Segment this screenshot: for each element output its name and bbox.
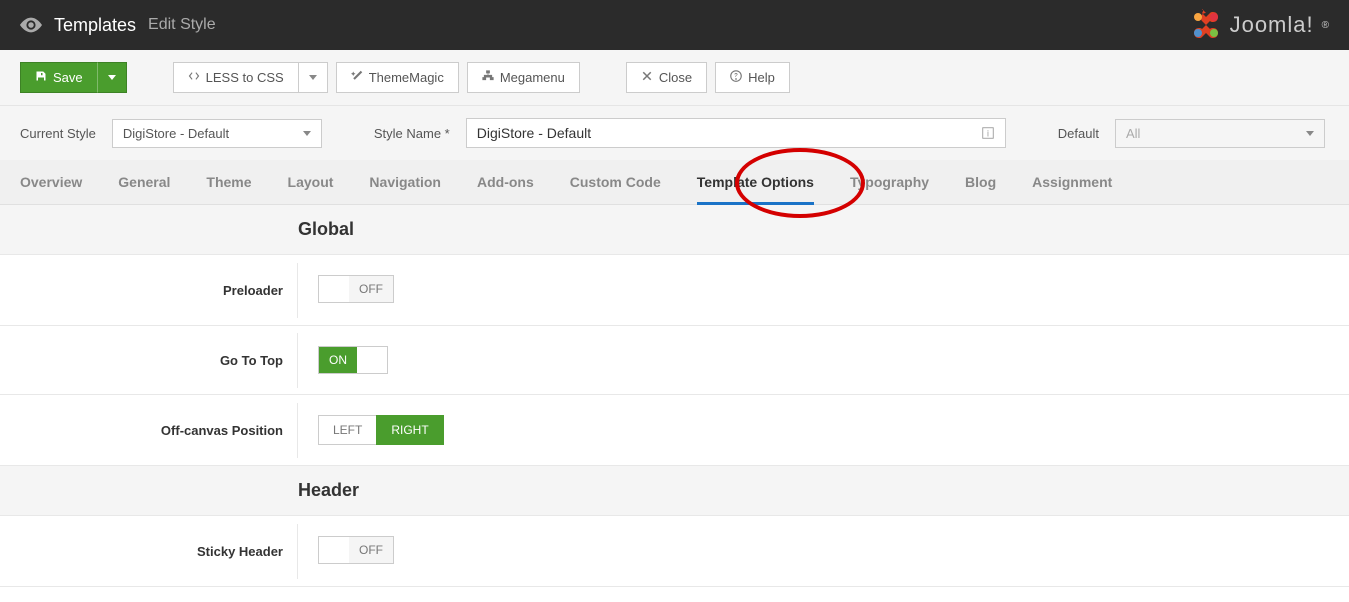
page-subtitle: Edit Style bbox=[148, 16, 216, 34]
default-label: Default bbox=[1058, 126, 1099, 141]
close-label: Close bbox=[659, 70, 692, 85]
content: Global Preloader OFF Go To Top ON Off-ca… bbox=[0, 205, 1349, 587]
tab-general[interactable]: General bbox=[118, 160, 170, 204]
toolbar: Save LESS to CSS ThemeMagic Megamenu Clo… bbox=[0, 50, 1349, 106]
topbar: Templates Edit Style Joomla!® bbox=[0, 0, 1349, 50]
tab-typography[interactable]: Typography bbox=[850, 160, 929, 204]
tab-addons[interactable]: Add-ons bbox=[477, 160, 534, 204]
help-button[interactable]: Help bbox=[715, 62, 790, 93]
tab-custom-code[interactable]: Custom Code bbox=[570, 160, 661, 204]
go-to-top-toggle[interactable]: ON bbox=[318, 346, 388, 374]
tab-blog[interactable]: Blog bbox=[965, 160, 996, 204]
offcanvas-control: LEFT RIGHT bbox=[298, 395, 1349, 465]
joomla-logo: Joomla!® bbox=[1190, 9, 1329, 41]
less-to-css-label: LESS to CSS bbox=[206, 70, 284, 85]
section-global: Global bbox=[0, 205, 1349, 255]
less-to-css-button[interactable]: LESS to CSS bbox=[173, 62, 298, 93]
tab-overview[interactable]: Overview bbox=[20, 160, 82, 204]
save-label: Save bbox=[53, 70, 83, 85]
info-icon: i bbox=[981, 126, 995, 140]
eye-icon bbox=[20, 17, 42, 33]
default-select[interactable]: All bbox=[1115, 119, 1325, 148]
offcanvas-right[interactable]: RIGHT bbox=[376, 415, 443, 445]
sitemap-icon bbox=[482, 70, 494, 85]
option-go-to-top: Go To Top ON bbox=[0, 326, 1349, 395]
chevron-down-icon bbox=[108, 75, 116, 80]
preloader-toggle[interactable]: OFF bbox=[318, 275, 394, 303]
current-style-value: DigiStore - Default bbox=[123, 126, 229, 141]
save-button-group: Save bbox=[20, 62, 127, 93]
close-icon bbox=[641, 70, 653, 85]
content-col: Global Preloader OFF Go To Top ON Off-ca… bbox=[0, 205, 1349, 587]
thememagic-label: ThemeMagic bbox=[369, 70, 444, 85]
joomla-text: Joomla! bbox=[1230, 12, 1314, 38]
megamenu-label: Megamenu bbox=[500, 70, 565, 85]
topbar-left: Templates Edit Style bbox=[20, 15, 216, 36]
wand-icon bbox=[351, 70, 363, 85]
code-icon bbox=[188, 70, 200, 85]
style-name-label: Style Name * bbox=[374, 126, 450, 141]
tabs: Overview General Theme Layout Navigation… bbox=[0, 160, 1349, 205]
tab-theme[interactable]: Theme bbox=[206, 160, 251, 204]
offcanvas-left[interactable]: LEFT bbox=[318, 415, 376, 445]
style-row: Current Style DigiStore - Default Style … bbox=[0, 106, 1349, 160]
tab-navigation[interactable]: Navigation bbox=[369, 160, 441, 204]
section-header: Header bbox=[0, 466, 1349, 516]
toggle-on: ON bbox=[319, 347, 357, 373]
svg-text:i: i bbox=[987, 129, 989, 139]
page-title: Templates bbox=[54, 15, 136, 36]
tab-layout[interactable]: Layout bbox=[288, 160, 334, 204]
less-to-css-dropdown[interactable] bbox=[298, 62, 328, 93]
sticky-header-toggle[interactable]: OFF bbox=[318, 536, 394, 564]
style-name-input[interactable]: DigiStore - Default i bbox=[466, 118, 1006, 148]
sticky-header-label: Sticky Header bbox=[0, 524, 298, 579]
section-title-global: Global bbox=[298, 219, 354, 239]
default-value: All bbox=[1126, 126, 1140, 141]
toggle-blank bbox=[319, 276, 349, 302]
less-to-css-group: LESS to CSS bbox=[173, 62, 328, 93]
option-offcanvas: Off-canvas Position LEFT RIGHT bbox=[0, 395, 1349, 466]
section-title-header: Header bbox=[298, 480, 359, 500]
current-style-label: Current Style bbox=[20, 126, 96, 141]
preloader-label: Preloader bbox=[0, 263, 298, 318]
thememagic-button[interactable]: ThemeMagic bbox=[336, 62, 459, 93]
save-dropdown-button[interactable] bbox=[97, 62, 127, 93]
current-style-select[interactable]: DigiStore - Default bbox=[112, 119, 322, 148]
save-button[interactable]: Save bbox=[20, 62, 97, 93]
joomla-icon bbox=[1190, 9, 1222, 41]
save-icon bbox=[35, 70, 47, 85]
tab-template-options[interactable]: Template Options bbox=[697, 160, 814, 204]
option-sticky-header: Sticky Header OFF bbox=[0, 516, 1349, 587]
chevron-down-icon bbox=[309, 75, 317, 80]
megamenu-button[interactable]: Megamenu bbox=[467, 62, 580, 93]
offcanvas-label: Off-canvas Position bbox=[0, 403, 298, 458]
tab-assignment[interactable]: Assignment bbox=[1032, 160, 1112, 204]
chevron-down-icon bbox=[303, 131, 311, 136]
help-label: Help bbox=[748, 70, 775, 85]
toggle-blank bbox=[357, 347, 387, 373]
go-to-top-label: Go To Top bbox=[0, 333, 298, 388]
preloader-control: OFF bbox=[298, 255, 1349, 325]
toggle-blank bbox=[319, 537, 349, 563]
toggle-off: OFF bbox=[349, 276, 393, 302]
offcanvas-segment: LEFT RIGHT bbox=[318, 415, 444, 445]
chevron-down-icon bbox=[1306, 131, 1314, 136]
style-name-value: DigiStore - Default bbox=[477, 125, 591, 141]
toggle-off: OFF bbox=[349, 537, 393, 563]
close-button[interactable]: Close bbox=[626, 62, 707, 93]
option-preloader: Preloader OFF bbox=[0, 255, 1349, 326]
sticky-header-control: OFF bbox=[298, 516, 1349, 586]
help-icon bbox=[730, 70, 742, 85]
go-to-top-control: ON bbox=[298, 326, 1349, 394]
